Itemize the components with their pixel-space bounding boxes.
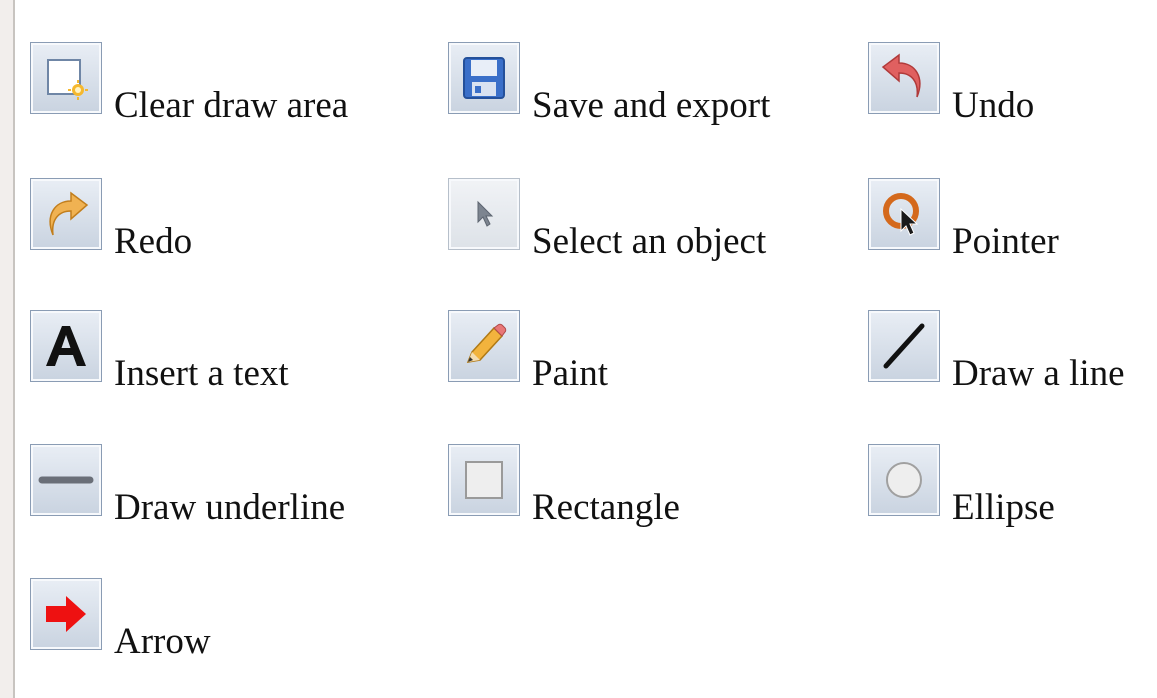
save-and-export-tool[interactable]: Save and export xyxy=(448,42,770,124)
pointer-button[interactable] xyxy=(868,178,940,250)
insert-a-text-button[interactable] xyxy=(30,310,102,382)
pointer-label: Pointer xyxy=(952,221,1059,262)
red-arrow-icon xyxy=(40,588,92,640)
redo-tool[interactable]: Redo xyxy=(30,178,192,260)
rectangle-label: Rectangle xyxy=(532,487,680,528)
clear-canvas-icon xyxy=(42,54,90,102)
save-and-export-label: Save and export xyxy=(532,85,771,126)
rectangle-button[interactable] xyxy=(448,444,520,516)
draw-underline-label: Draw underline xyxy=(114,487,346,528)
rectangle-tool[interactable]: Rectangle xyxy=(448,444,680,526)
undo-label: Undo xyxy=(952,85,1035,126)
letter-a-icon xyxy=(38,318,94,374)
undo-arrow-icon xyxy=(877,51,931,105)
redo-arrow-icon xyxy=(39,187,93,241)
draw-a-line-button[interactable] xyxy=(868,310,940,382)
ellipse-tool[interactable]: Ellipse xyxy=(868,444,1055,526)
draw-underline-button[interactable] xyxy=(30,444,102,516)
pencil-icon xyxy=(458,320,510,372)
select-an-object-button[interactable] xyxy=(448,178,520,250)
pointer-tool[interactable]: Pointer xyxy=(868,178,1059,260)
diagonal-line-icon xyxy=(876,318,932,374)
insert-a-text-label: Insert a text xyxy=(114,353,289,394)
paint-tool[interactable]: Paint xyxy=(448,310,608,392)
horizontal-line-icon xyxy=(36,465,96,495)
arrow-label: Arrow xyxy=(114,621,211,662)
draw-a-line-label: Draw a line xyxy=(952,353,1125,394)
save-and-export-button[interactable] xyxy=(448,42,520,114)
paint-label: Paint xyxy=(532,353,609,394)
arrow-tool[interactable]: Arrow xyxy=(30,578,211,660)
cursor-arrow-icon xyxy=(464,194,504,234)
clear-draw-area-button[interactable] xyxy=(30,42,102,114)
select-an-object-tool[interactable]: Select an object xyxy=(448,178,766,260)
insert-a-text-tool[interactable]: Insert a text xyxy=(30,310,289,392)
floppy-disk-icon xyxy=(459,53,509,103)
draw-underline-tool[interactable]: Draw underline xyxy=(30,444,345,526)
rectangle-icon xyxy=(458,454,510,506)
ellipse-label: Ellipse xyxy=(952,487,1055,528)
arrow-button[interactable] xyxy=(30,578,102,650)
drawing-toolbar-legend: Clear draw area Save and export Undo Red… xyxy=(13,0,1157,698)
paint-button[interactable] xyxy=(448,310,520,382)
select-an-object-label: Select an object xyxy=(532,221,767,262)
laser-pointer-icon xyxy=(877,187,931,241)
draw-a-line-tool[interactable]: Draw a line xyxy=(868,310,1125,392)
undo-tool[interactable]: Undo xyxy=(868,42,1034,124)
undo-button[interactable] xyxy=(868,42,940,114)
ellipse-icon xyxy=(878,454,930,506)
clear-draw-area-tool[interactable]: Clear draw area xyxy=(30,42,348,124)
redo-label: Redo xyxy=(114,221,193,262)
redo-button[interactable] xyxy=(30,178,102,250)
ellipse-button[interactable] xyxy=(868,444,940,516)
clear-draw-area-label: Clear draw area xyxy=(114,85,349,126)
